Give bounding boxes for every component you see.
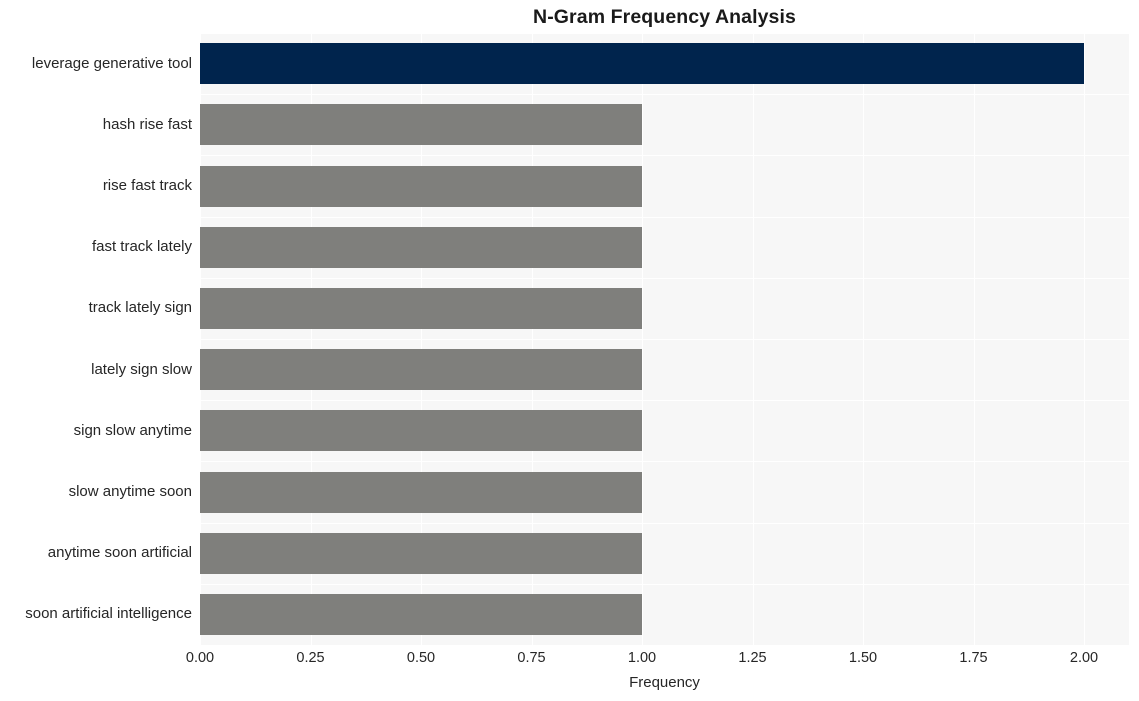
horizontal-gridline bbox=[200, 155, 1129, 157]
bar[interactable] bbox=[200, 165, 642, 207]
horizontal-gridline bbox=[200, 461, 1129, 463]
bar[interactable] bbox=[200, 532, 642, 574]
y-axis-tick-label: track lately sign bbox=[88, 299, 192, 317]
horizontal-gridline bbox=[200, 339, 1129, 341]
x-axis-tick-label: 1.25 bbox=[738, 650, 767, 666]
bar[interactable] bbox=[200, 471, 642, 513]
y-axis-tick-label: leverage generative tool bbox=[31, 54, 192, 72]
bar[interactable] bbox=[200, 410, 642, 452]
bar[interactable] bbox=[200, 287, 642, 329]
y-axis-tick-label: anytime soon artificial bbox=[47, 544, 192, 562]
chart-figure: N-Gram Frequency Analysis leverage gener… bbox=[0, 0, 1139, 701]
y-axis-tick-label: lately sign slow bbox=[91, 360, 192, 378]
x-axis-tick-label: 0.00 bbox=[185, 650, 215, 666]
plot-area bbox=[200, 33, 1129, 645]
bar[interactable] bbox=[200, 226, 642, 268]
y-axis-tick-label: fast track lately bbox=[91, 238, 192, 256]
bar[interactable] bbox=[200, 43, 1084, 85]
x-axis-tick-label: 0.25 bbox=[296, 650, 325, 666]
x-axis-tick-label: 1.00 bbox=[627, 650, 657, 666]
chart-title: N-Gram Frequency Analysis bbox=[533, 6, 796, 28]
y-axis-tick-label: hash rise fast bbox=[102, 115, 192, 133]
x-axis-tick-label: 2.00 bbox=[1069, 650, 1099, 666]
horizontal-gridline bbox=[200, 400, 1129, 402]
x-axis-title: Frequency bbox=[629, 674, 700, 691]
horizontal-gridline bbox=[200, 584, 1129, 586]
y-axis-tick-label: soon artificial intelligence bbox=[25, 605, 192, 623]
y-axis-tick-label: sign slow anytime bbox=[73, 421, 192, 439]
y-axis-tick-label: rise fast track bbox=[102, 177, 192, 194]
y-axis-tick-labels: leverage generative tool hash rise fast ri… bbox=[0, 33, 192, 645]
horizontal-gridline bbox=[200, 217, 1129, 219]
horizontal-gridline bbox=[200, 33, 1129, 35]
x-axis-tick-labels: 0.00 0.25 0.50 0.75 1.00 1.25 1.50 1.75 2.00 bbox=[0, 650, 1139, 672]
y-axis-tick-label: slow anytime soon bbox=[68, 483, 192, 500]
x-axis-tick-label: 0.75 bbox=[517, 650, 546, 666]
horizontal-gridline bbox=[200, 94, 1129, 96]
x-axis-tick-label: 1.50 bbox=[848, 650, 878, 666]
x-axis-tick-label: 1.75 bbox=[959, 650, 988, 666]
bar[interactable] bbox=[200, 593, 642, 635]
x-axis-tick-label: 0.50 bbox=[406, 650, 436, 666]
bar[interactable] bbox=[200, 104, 642, 146]
horizontal-gridline bbox=[200, 278, 1129, 280]
horizontal-gridline bbox=[200, 523, 1129, 525]
bar[interactable] bbox=[200, 349, 642, 391]
